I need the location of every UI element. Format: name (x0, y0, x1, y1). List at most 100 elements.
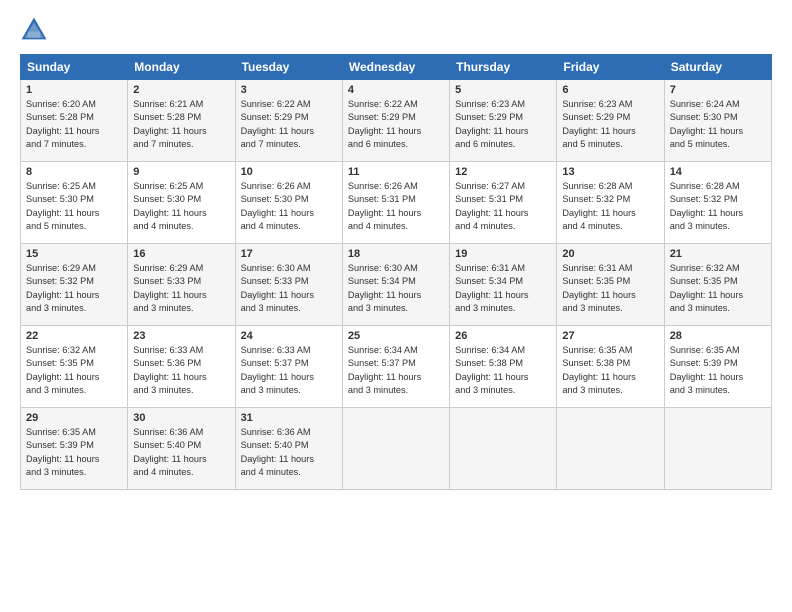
calendar-cell: 29 Sunrise: 6:35 AMSunset: 5:39 PMDayligh… (21, 408, 128, 490)
day-info: Sunrise: 6:28 AMSunset: 5:32 PMDaylight:… (562, 180, 658, 233)
day-info: Sunrise: 6:30 AMSunset: 5:33 PMDaylight:… (241, 262, 337, 315)
calendar-cell: 2 Sunrise: 6:21 AMSunset: 5:28 PMDaylight… (128, 80, 235, 162)
calendar-cell: 19Sunrise: 6:31 AMSunset: 5:34 PMDayligh… (450, 244, 557, 326)
day-info: Sunrise: 6:23 AMSunset: 5:29 PMDaylight:… (562, 98, 658, 151)
day-info: Sunrise: 6:35 AMSunset: 5:38 PMDaylight:… (562, 344, 658, 397)
day-info: Sunrise: 6:22 AMSunset: 5:29 PMDaylight:… (348, 98, 444, 151)
day-number: 31 (241, 412, 337, 424)
day-number: 27 (562, 330, 658, 342)
day-number: 7 (670, 84, 766, 96)
day-number: 4 (348, 84, 444, 96)
calendar-cell: 7 Sunrise: 6:24 AMSunset: 5:30 PMDaylight… (664, 80, 771, 162)
page: SundayMondayTuesdayWednesdayThursdayFrid… (0, 0, 792, 612)
day-info: Sunrise: 6:29 AMSunset: 5:32 PMDaylight:… (26, 262, 122, 315)
day-number: 29 (26, 412, 122, 424)
day-number: 23 (133, 330, 229, 342)
day-info: Sunrise: 6:33 AMSunset: 5:36 PMDaylight:… (133, 344, 229, 397)
calendar-cell: 1 Sunrise: 6:20 AMSunset: 5:28 PMDaylight… (21, 80, 128, 162)
day-number: 1 (26, 84, 122, 96)
calendar-week-2: 8 Sunrise: 6:25 AMSunset: 5:30 PMDaylight… (21, 162, 772, 244)
logo-icon (20, 16, 48, 44)
day-number: 6 (562, 84, 658, 96)
calendar-cell: 9 Sunrise: 6:25 AMSunset: 5:30 PMDaylight… (128, 162, 235, 244)
day-info: Sunrise: 6:25 AMSunset: 5:30 PMDaylight:… (133, 180, 229, 233)
day-number: 21 (670, 248, 766, 260)
day-info: Sunrise: 6:23 AMSunset: 5:29 PMDaylight:… (455, 98, 551, 151)
calendar-cell: 15 Sunrise: 6:29 AMSunset: 5:32 PMDayligh… (21, 244, 128, 326)
calendar-cell (664, 408, 771, 490)
day-number: 2 (133, 84, 229, 96)
day-header-sunday: Sunday (21, 55, 128, 80)
day-info: Sunrise: 6:24 AMSunset: 5:30 PMDaylight:… (670, 98, 766, 151)
calendar-cell (557, 408, 664, 490)
calendar-cell: 6 Sunrise: 6:23 AMSunset: 5:29 PMDaylight… (557, 80, 664, 162)
day-info: Sunrise: 6:27 AMSunset: 5:31 PMDaylight:… (455, 180, 551, 233)
calendar-cell: 14 Sunrise: 6:28 AMSunset: 5:32 PMDayligh… (664, 162, 771, 244)
calendar-week-5: 29 Sunrise: 6:35 AMSunset: 5:39 PMDayligh… (21, 408, 772, 490)
day-info: Sunrise: 6:29 AMSunset: 5:33 PMDaylight:… (133, 262, 229, 315)
day-info: Sunrise: 6:32 AMSunset: 5:35 PMDaylight:… (670, 262, 766, 315)
logo (20, 16, 52, 44)
calendar-cell: 3 Sunrise: 6:22 AMSunset: 5:29 PMDaylight… (235, 80, 342, 162)
calendar-cell: 28 Sunrise: 6:35 AMSunset: 5:39 PMDayligh… (664, 326, 771, 408)
day-number: 18 (348, 248, 444, 260)
day-number: 9 (133, 166, 229, 178)
calendar-cell: 13Sunrise: 6:28 AMSunset: 5:32 PMDayligh… (557, 162, 664, 244)
calendar-cell: 17 Sunrise: 6:30 AMSunset: 5:33 PMDayligh… (235, 244, 342, 326)
day-number: 24 (241, 330, 337, 342)
day-info: Sunrise: 6:26 AMSunset: 5:30 PMDaylight:… (241, 180, 337, 233)
day-number: 8 (26, 166, 122, 178)
calendar-cell: 26Sunrise: 6:34 AMSunset: 5:38 PMDayligh… (450, 326, 557, 408)
calendar-table: SundayMondayTuesdayWednesdayThursdayFrid… (20, 54, 772, 490)
day-number: 15 (26, 248, 122, 260)
day-info: Sunrise: 6:31 AMSunset: 5:34 PMDaylight:… (455, 262, 551, 315)
day-header-tuesday: Tuesday (235, 55, 342, 80)
day-header-wednesday: Wednesday (342, 55, 449, 80)
calendar-week-4: 22Sunrise: 6:32 AMSunset: 5:35 PMDayligh… (21, 326, 772, 408)
day-header-thursday: Thursday (450, 55, 557, 80)
calendar-cell: 8 Sunrise: 6:25 AMSunset: 5:30 PMDaylight… (21, 162, 128, 244)
calendar-cell: 5Sunrise: 6:23 AMSunset: 5:29 PMDaylight… (450, 80, 557, 162)
day-header-friday: Friday (557, 55, 664, 80)
day-number: 14 (670, 166, 766, 178)
day-info: Sunrise: 6:35 AMSunset: 5:39 PMDaylight:… (26, 426, 122, 479)
day-info: Sunrise: 6:34 AMSunset: 5:37 PMDaylight:… (348, 344, 444, 397)
calendar-cell: 16 Sunrise: 6:29 AMSunset: 5:33 PMDayligh… (128, 244, 235, 326)
day-number: 12 (455, 166, 551, 178)
day-info: Sunrise: 6:36 AMSunset: 5:40 PMDaylight:… (133, 426, 229, 479)
day-number: 26 (455, 330, 551, 342)
calendar-cell: 11Sunrise: 6:26 AMSunset: 5:31 PMDayligh… (342, 162, 449, 244)
calendar-cell: 24 Sunrise: 6:33 AMSunset: 5:37 PMDayligh… (235, 326, 342, 408)
day-info: Sunrise: 6:28 AMSunset: 5:32 PMDaylight:… (670, 180, 766, 233)
day-number: 17 (241, 248, 337, 260)
calendar-week-3: 15 Sunrise: 6:29 AMSunset: 5:32 PMDayligh… (21, 244, 772, 326)
day-info: Sunrise: 6:22 AMSunset: 5:29 PMDaylight:… (241, 98, 337, 151)
day-number: 10 (241, 166, 337, 178)
day-number: 25 (348, 330, 444, 342)
calendar-cell: 23 Sunrise: 6:33 AMSunset: 5:36 PMDayligh… (128, 326, 235, 408)
calendar-cell: 20 Sunrise: 6:31 AMSunset: 5:35 PMDayligh… (557, 244, 664, 326)
day-number: 3 (241, 84, 337, 96)
day-number: 20 (562, 248, 658, 260)
day-header-saturday: Saturday (664, 55, 771, 80)
calendar-cell: 31 Sunrise: 6:36 AMSunset: 5:40 PMDayligh… (235, 408, 342, 490)
calendar-header-row: SundayMondayTuesdayWednesdayThursdayFrid… (21, 55, 772, 80)
calendar-cell: 18Sunrise: 6:30 AMSunset: 5:34 PMDayligh… (342, 244, 449, 326)
day-info: Sunrise: 6:33 AMSunset: 5:37 PMDaylight:… (241, 344, 337, 397)
calendar-cell (342, 408, 449, 490)
day-info: Sunrise: 6:25 AMSunset: 5:30 PMDaylight:… (26, 180, 122, 233)
day-number: 16 (133, 248, 229, 260)
calendar-cell: 21 Sunrise: 6:32 AMSunset: 5:35 PMDayligh… (664, 244, 771, 326)
calendar-cell (450, 408, 557, 490)
day-info: Sunrise: 6:20 AMSunset: 5:28 PMDaylight:… (26, 98, 122, 151)
day-info: Sunrise: 6:36 AMSunset: 5:40 PMDaylight:… (241, 426, 337, 479)
day-number: 28 (670, 330, 766, 342)
calendar-cell: 27 Sunrise: 6:35 AMSunset: 5:38 PMDayligh… (557, 326, 664, 408)
day-number: 30 (133, 412, 229, 424)
day-info: Sunrise: 6:21 AMSunset: 5:28 PMDaylight:… (133, 98, 229, 151)
calendar-cell: 25 Sunrise: 6:34 AMSunset: 5:37 PMDayligh… (342, 326, 449, 408)
day-info: Sunrise: 6:35 AMSunset: 5:39 PMDaylight:… (670, 344, 766, 397)
calendar-cell: 4 Sunrise: 6:22 AMSunset: 5:29 PMDaylight… (342, 80, 449, 162)
day-number: 22 (26, 330, 122, 342)
day-info: Sunrise: 6:31 AMSunset: 5:35 PMDaylight:… (562, 262, 658, 315)
